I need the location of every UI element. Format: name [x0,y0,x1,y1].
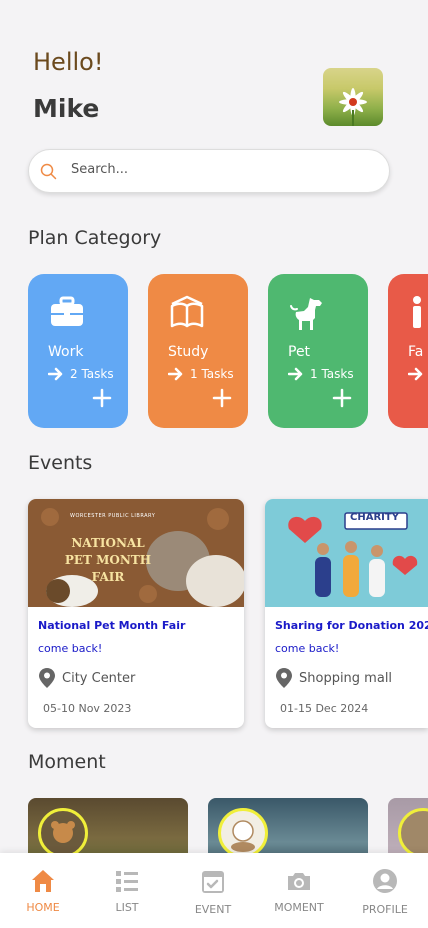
add-task-icon[interactable] [92,388,112,408]
family-icon [413,296,421,328]
greeting: Hello! [33,48,104,76]
daisy-photo [339,88,367,126]
category-count-label: 2 Tasks [70,367,114,381]
category-count-label: 1 Tasks [310,367,354,381]
user-name: Mike [33,94,100,123]
category-card-family[interactable]: Fa [388,274,428,428]
list-icon [116,871,138,892]
arrow-right-icon [168,367,183,381]
profile-icon [373,869,397,893]
search-icon [40,163,57,180]
tab-profile[interactable]: PROFILE [342,853,428,928]
event-date: 05-10 Nov 2023 [43,702,132,715]
event-card-charity[interactable]: CHARITY Sharing for Donation 2024 come b… [265,499,428,728]
moment-avatar [38,808,88,858]
category-count-label: 1 Tasks [190,367,234,381]
arrow-right-icon [48,367,63,381]
bottom-tab-bar: HOME LIST EVENT MOMENT PROFILE [0,853,428,928]
event-location-label: Shopping mall [299,670,393,686]
category-count: 1 Tasks [168,367,234,381]
book-icon [170,295,204,328]
moment-title: Moment [28,751,106,773]
event-location-label: City Center [62,670,136,686]
tab-label: PROFILE [362,903,408,916]
tab-list[interactable]: LIST [84,853,170,928]
category-name: Study [168,344,209,360]
events-title: Events [28,452,93,474]
event-image-header: WORCESTER PUBLIC LIBRARY [70,513,156,519]
event-subtitle: come back! [275,642,340,655]
category-count [408,367,424,381]
tab-label: HOME [26,901,60,914]
teddy-bear-icon [51,821,75,843]
arrow-right-icon [408,367,423,381]
location-pin-icon [39,668,55,688]
location-pin-icon [276,668,292,688]
category-name: Fa [408,344,424,360]
event-image-charity [265,499,428,607]
moment-avatar [398,808,428,858]
home-icon [32,870,54,892]
event-location: City Center [38,667,135,689]
add-task-icon[interactable] [212,388,232,408]
category-name: Work [48,344,84,360]
search-bar[interactable] [28,149,390,193]
event-subtitle: come back! [38,642,103,655]
search-input[interactable] [69,161,373,178]
event-card-pet-fair[interactable]: WORCESTER PUBLIC LIBRARY NATIONAL PET MO… [28,499,244,728]
dog-icon [290,298,322,330]
tab-label: EVENT [194,903,232,916]
event-image-caption: NATIONAL PET MONTH FAIR [64,536,152,584]
tab-label: MOMENT [274,901,324,914]
category-card-study[interactable]: Study 1 Tasks [148,274,248,428]
mascot-icon [231,820,255,852]
category-name: Pet [288,344,311,360]
moment-avatar [218,808,268,858]
category-card-work[interactable]: Work 2 Tasks [28,274,128,428]
tab-home[interactable]: HOME [0,853,86,928]
calendar-icon [202,871,224,893]
arrow-right-icon [288,367,303,381]
briefcase-icon [51,296,83,326]
event-title: Sharing for Donation 2024 [275,619,428,632]
camera-icon [288,873,310,890]
category-count: 1 Tasks [288,367,354,381]
add-task-icon[interactable] [332,388,352,408]
category-count: 2 Tasks [48,367,114,381]
tab-moment[interactable]: MOMENT [256,853,342,928]
tab-event[interactable]: EVENT [170,853,256,928]
avatar[interactable] [323,68,383,126]
event-location: Shopping mall [275,667,392,689]
category-card-pet[interactable]: Pet 1 Tasks [268,274,368,428]
tab-label: LIST [115,901,139,914]
event-date: 01-15 Dec 2024 [280,702,369,715]
event-image-caption: CHARITY [350,512,399,523]
plan-category-title: Plan Category [28,227,162,249]
event-title: National Pet Month Fair [38,619,186,632]
